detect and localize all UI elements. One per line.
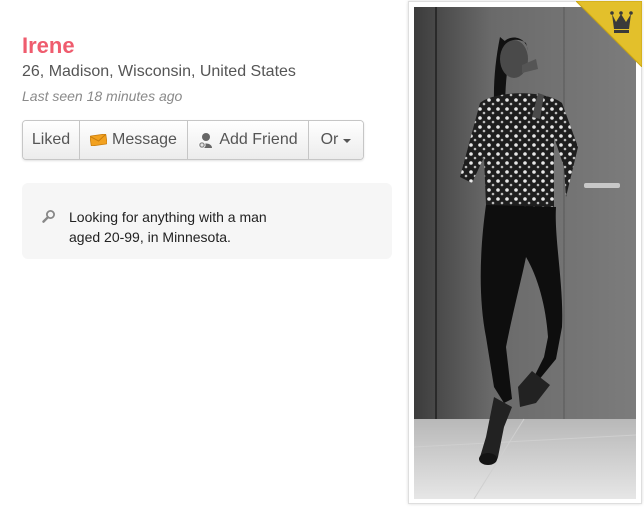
more-label: Or	[320, 131, 339, 148]
more-dropdown[interactable]: Or	[309, 121, 363, 159]
profile-name: Irene	[22, 33, 75, 58]
message-button[interactable]: Message	[80, 121, 188, 159]
add-friend-label: Add Friend	[219, 131, 298, 148]
premium-badge	[574, 0, 643, 69]
message-label: Message	[112, 131, 177, 148]
liked-button[interactable]: Liked	[23, 121, 80, 159]
add-friend-icon	[198, 132, 214, 149]
looking-for-panel: Looking for anything with a man aged 20-…	[22, 183, 392, 259]
search-icon	[42, 209, 56, 228]
profile-photo[interactable]	[414, 7, 636, 499]
last-seen: Last seen 18 minutes ago	[22, 88, 183, 104]
profile-location: 26, Madison, Wisconsin, United States	[22, 63, 296, 80]
liked-label: Liked	[31, 131, 71, 148]
add-friend-button[interactable]: Add Friend	[188, 121, 309, 159]
profile-actions: Liked Message Add Friend Or	[22, 120, 364, 160]
caret-down-icon	[343, 139, 352, 143]
envelope-icon	[90, 134, 108, 146]
looking-for-text: Looking for anything with a man aged 20-…	[69, 209, 267, 245]
